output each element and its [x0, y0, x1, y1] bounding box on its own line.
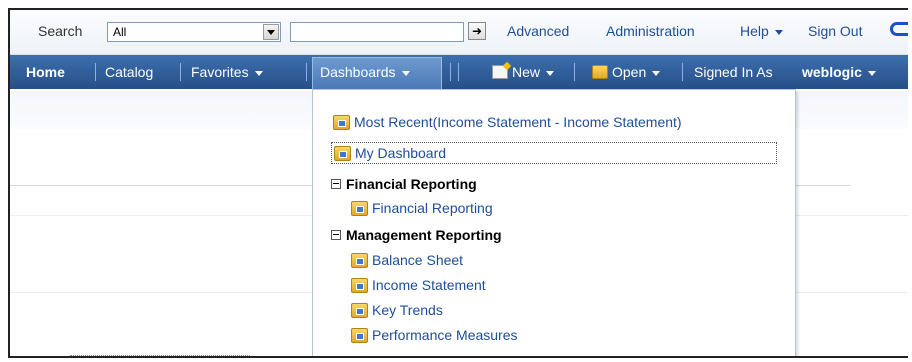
dashboard-icon	[351, 201, 368, 216]
menu-item-label: Balance Sheet	[372, 252, 464, 268]
nav-favorites-label: Favorites	[191, 64, 249, 80]
dashboard-icon	[333, 115, 350, 130]
menu-item-label: Income Statement	[372, 277, 486, 293]
nav-divider	[574, 63, 575, 81]
search-go-button[interactable]: ➜	[468, 22, 486, 40]
app-frame: Search All ➜ Advanced Administration Hel…	[8, 8, 908, 358]
group-management-reporting[interactable]: Management Reporting	[331, 227, 502, 243]
group-title: Management Reporting	[346, 227, 502, 243]
nav-divider	[180, 63, 181, 81]
menu-item-label: My Dashboard	[355, 145, 447, 161]
nav-open-label: Open	[612, 64, 647, 80]
global-header: Search All ➜ Advanced Administration Hel…	[10, 10, 908, 55]
arrow-right-icon: ➜	[471, 24, 483, 38]
search-scope-value: All	[113, 25, 127, 39]
menu-item-label: Performance Measures	[372, 327, 518, 343]
collapse-icon[interactable]	[331, 230, 341, 240]
new-document-icon	[492, 65, 508, 79]
dashboard-icon	[334, 146, 351, 161]
signed-in-as-label: Signed In As	[694, 64, 773, 80]
dashboard-icon	[351, 328, 368, 343]
menu-item-most-recent[interactable]: Most Recent(Income Statement - Income St…	[333, 114, 682, 130]
menu-item-label: Key Trends	[372, 302, 443, 318]
chevron-down-icon	[652, 70, 661, 76]
dashboards-dropdown-menu: Most Recent(Income Statement - Income St…	[312, 89, 796, 356]
chevron-down-icon	[774, 29, 783, 35]
user-name: weblogic	[802, 64, 862, 80]
nav-new-label: New	[512, 64, 541, 80]
help-label: Help	[740, 23, 769, 39]
user-menu[interactable]: weblogic	[802, 64, 876, 80]
menu-item-income-statement[interactable]: Income Statement	[351, 277, 486, 293]
nav-catalog[interactable]: Catalog	[105, 64, 153, 80]
menu-item-label: Most Recent(Income Statement - Income St…	[354, 114, 682, 130]
nav-dashboards-menu[interactable]: Dashboards	[320, 64, 410, 80]
chevron-down-icon	[867, 70, 876, 76]
nav-dashboards-label: Dashboards	[320, 64, 396, 80]
help-menu[interactable]: Help	[740, 23, 783, 39]
chevron-down-icon	[401, 70, 410, 76]
dashboard-icon	[351, 303, 368, 318]
nav-home[interactable]: Home	[26, 64, 65, 80]
search-scope-select[interactable]: All	[107, 22, 281, 42]
nav-favorites-menu[interactable]: Favorites	[191, 64, 263, 80]
nav-divider	[458, 63, 459, 81]
nav-open-menu[interactable]: Open	[592, 64, 661, 80]
search-input[interactable]	[290, 22, 464, 42]
sign-out-link[interactable]: Sign Out	[808, 23, 862, 39]
nav-divider	[682, 63, 683, 81]
global-navbar: Home Catalog Favorites Dashboards New Op…	[10, 55, 908, 89]
divider	[70, 355, 250, 356]
administration-link[interactable]: Administration	[606, 23, 695, 39]
group-title: Financial Reporting	[346, 176, 477, 192]
group-financial-reporting[interactable]: Financial Reporting	[331, 176, 477, 192]
folder-open-icon	[592, 65, 608, 79]
menu-item-balance-sheet[interactable]: Balance Sheet	[351, 252, 463, 268]
chevron-down-icon	[546, 70, 555, 76]
menu-item-performance-measures[interactable]: Performance Measures	[351, 327, 518, 343]
search-label: Search	[38, 23, 83, 39]
nav-divider	[306, 63, 307, 81]
menu-item-label: Financial Reporting	[372, 200, 493, 216]
chevron-down-icon[interactable]	[263, 24, 279, 40]
nav-new-menu[interactable]: New	[492, 64, 555, 80]
menu-item-key-trends[interactable]: Key Trends	[351, 302, 443, 318]
oracle-logo-icon	[890, 22, 908, 36]
nav-divider	[450, 63, 451, 81]
nav-divider	[95, 63, 96, 81]
chevron-down-icon	[254, 70, 263, 76]
advanced-link[interactable]: Advanced	[507, 23, 569, 39]
dashboard-icon	[351, 278, 368, 293]
menu-item-my-dashboard[interactable]: My Dashboard	[331, 142, 777, 164]
dashboard-icon	[351, 253, 368, 268]
collapse-icon[interactable]	[331, 179, 341, 189]
menu-item-financial-reporting[interactable]: Financial Reporting	[351, 200, 493, 216]
